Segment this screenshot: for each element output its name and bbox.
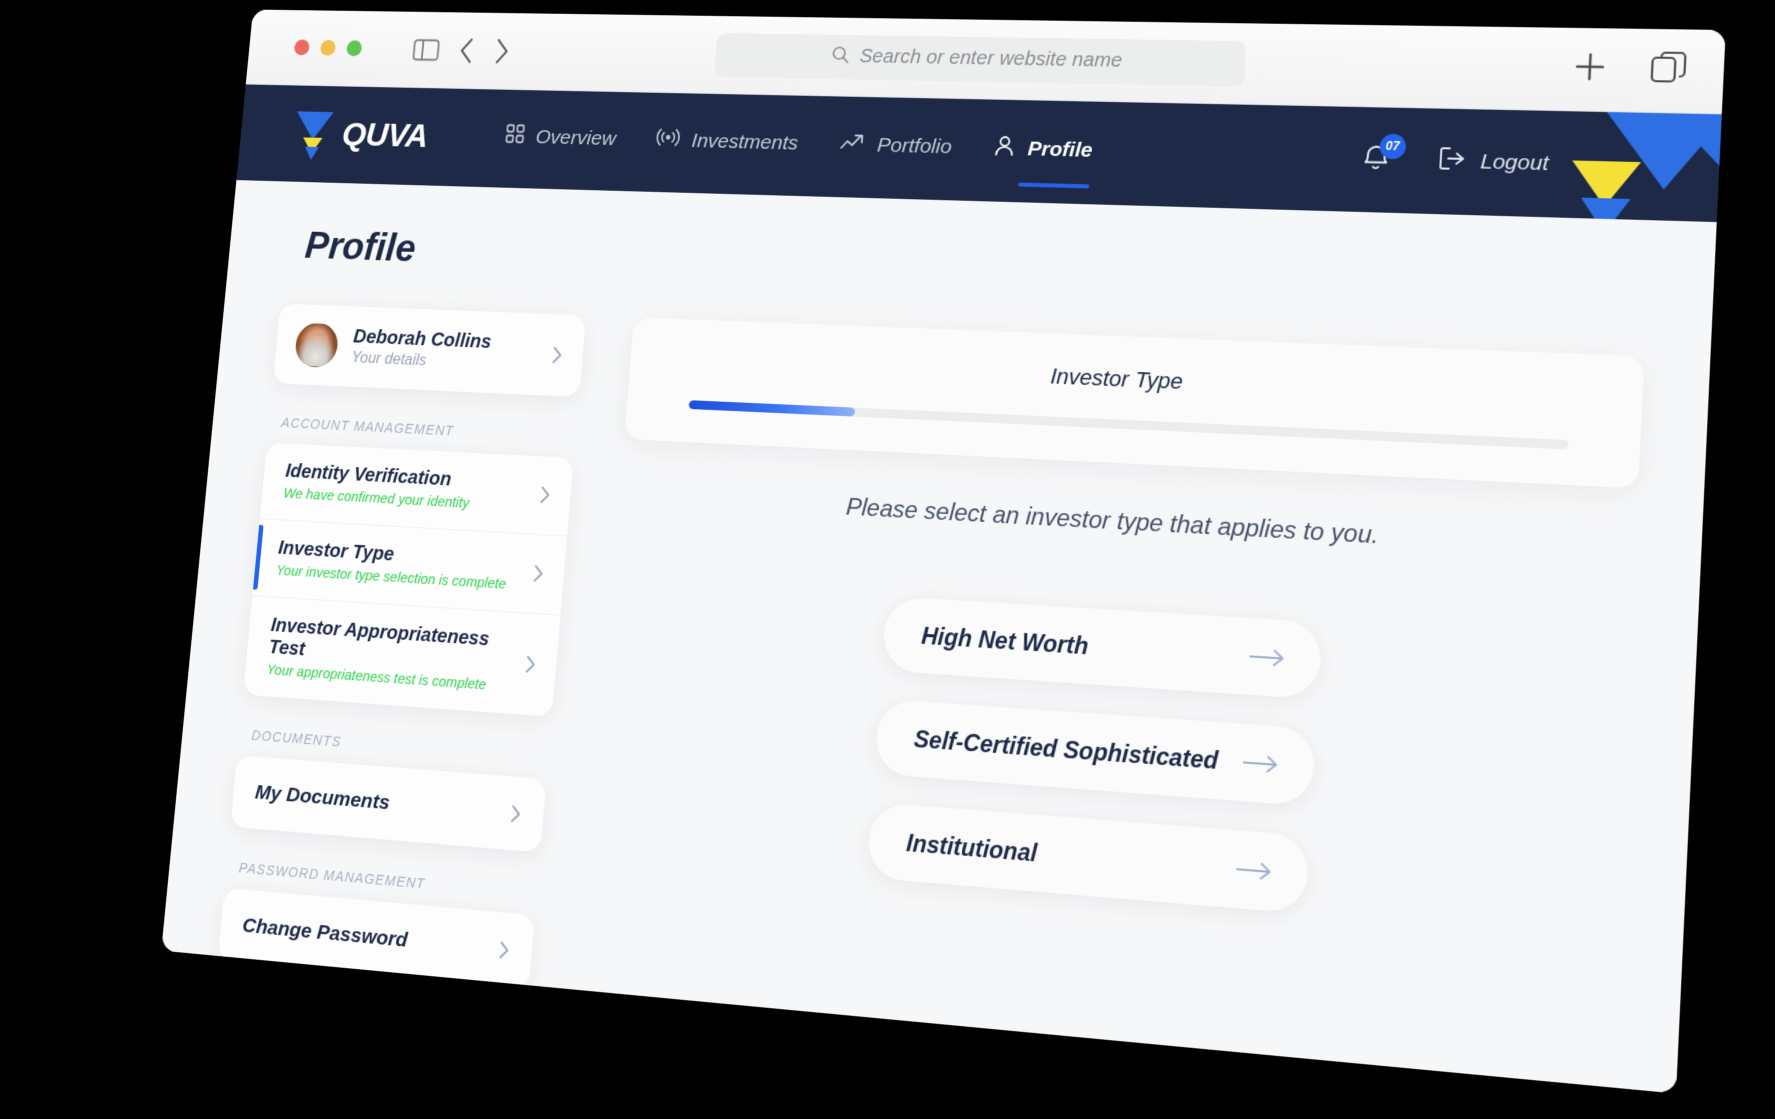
page-title: Profile — [303, 225, 1649, 315]
screenshot-stage: Search or enter website name QUVA Overvi… — [0, 0, 1775, 1119]
broadcast-icon — [655, 127, 680, 153]
sidebar-toggle-icon[interactable] — [412, 37, 441, 62]
sidebar-item-text: Investor Appropriateness Test Your appro… — [266, 615, 528, 696]
option-high-net-worth[interactable]: High Net Worth — [881, 596, 1322, 699]
quva-logo-icon — [291, 109, 336, 158]
password-management-list: Change Password — [218, 888, 535, 990]
option-label: High Net Worth — [921, 622, 1090, 660]
sidebar-item-investor-appropriateness-test[interactable]: Investor Appropriateness Test Your appro… — [243, 596, 560, 717]
trending-up-icon — [839, 132, 866, 158]
notifications-button[interactable]: 07 — [1360, 142, 1391, 178]
plus-icon[interactable] — [1570, 48, 1611, 90]
sidebar-item-my-documents[interactable]: My Documents — [230, 755, 546, 852]
option-institutional[interactable]: Institutional — [866, 802, 1310, 914]
nav-item-portfolio[interactable]: Portfolio — [839, 132, 953, 165]
brand-logo[interactable]: QUVA — [291, 109, 430, 161]
chevron-right-icon — [525, 654, 537, 673]
nav-label-overview: Overview — [535, 126, 617, 151]
nav-label-investments: Investments — [691, 129, 799, 155]
arrow-right-icon — [1236, 860, 1273, 882]
chevron-right-icon — [532, 564, 544, 583]
investor-type-main: Investor Type Please select an investor … — [578, 317, 1645, 1091]
sidebar-item-text: Identity Verification We have confirmed … — [283, 461, 542, 516]
investor-type-progress-panel: Investor Type — [624, 317, 1645, 488]
minimize-window-button[interactable] — [320, 40, 336, 56]
profile-summary-card[interactable]: Deborah Collins Your details — [273, 304, 586, 398]
nav-label-portfolio: Portfolio — [876, 134, 952, 159]
address-bar-placeholder: Search or enter website name — [859, 46, 1123, 73]
page-content: Profile Deborah Collins Your details ACC… — [161, 180, 1717, 1093]
nav-links: Overview Investments Portfolio Profile — [503, 123, 1093, 169]
back-button[interactable] — [458, 36, 476, 64]
active-tab-underline — [1018, 182, 1089, 188]
instruction-text: Please select an investor type that appl… — [618, 482, 1636, 565]
window-controls[interactable] — [294, 39, 363, 56]
documents-list: My Documents — [230, 755, 546, 852]
nav-item-investments[interactable]: Investments — [655, 127, 799, 161]
sidebar-item-title: My Documents — [254, 781, 391, 815]
logout-button[interactable]: Logout — [1437, 146, 1549, 179]
option-self-certified-sophisticated[interactable]: Self-Certified Sophisticated — [874, 699, 1316, 807]
browser-window: Search or enter website name QUVA Overvi… — [161, 10, 1726, 1094]
brand-name: QUVA — [340, 116, 429, 155]
arrow-right-icon — [1249, 647, 1286, 668]
account-management-list: Identity Verification We have confirmed … — [243, 442, 574, 716]
option-label: Institutional — [905, 829, 1038, 867]
search-icon — [830, 45, 850, 68]
profile-sidebar: Deborah Collins Your details ACCOUNT MAN… — [218, 304, 586, 990]
forward-button[interactable] — [493, 37, 511, 65]
nav-item-overview[interactable]: Overview — [503, 124, 616, 157]
progress-fill — [689, 400, 856, 416]
logout-label: Logout — [1480, 150, 1549, 176]
profile-summary-text: Deborah Collins Your details — [351, 326, 539, 375]
option-label: Self-Certified Sophisticated — [913, 725, 1219, 775]
arrow-right-icon — [1242, 753, 1279, 774]
grid-icon — [504, 124, 525, 150]
nav-right-actions: 07 Logout — [1360, 142, 1679, 185]
chevron-right-icon — [498, 940, 510, 960]
close-window-button[interactable] — [294, 39, 310, 55]
chevron-right-icon — [539, 485, 551, 504]
sidebar-item-title: Change Password — [241, 914, 408, 953]
sidebar-item-text: Investor Type Your investor type selecti… — [275, 537, 535, 594]
user-icon — [994, 134, 1017, 162]
nav-item-profile[interactable]: Profile — [993, 134, 1093, 169]
investor-type-options: High Net Worth Self-Certified Sophistica… — [589, 580, 1630, 940]
notification-badge: 07 — [1379, 133, 1406, 159]
progress-track — [689, 400, 1569, 449]
group-label-account-management: ACCOUNT MANAGEMENT — [281, 415, 577, 445]
sidebar-item-change-password[interactable]: Change Password — [218, 888, 535, 990]
chevron-right-icon — [510, 804, 522, 824]
logout-icon — [1437, 146, 1466, 177]
chrome-right-tools — [1570, 48, 1688, 92]
maximize-window-button[interactable] — [346, 40, 362, 56]
chevron-right-icon — [551, 346, 563, 365]
avatar — [294, 322, 340, 368]
content-columns: Deborah Collins Your details ACCOUNT MAN… — [218, 304, 1645, 1092]
address-bar[interactable]: Search or enter website name — [714, 33, 1247, 87]
nav-label-profile: Profile — [1027, 137, 1093, 162]
chrome-tools — [412, 35, 511, 65]
copy-tabs-icon[interactable] — [1649, 50, 1688, 91]
